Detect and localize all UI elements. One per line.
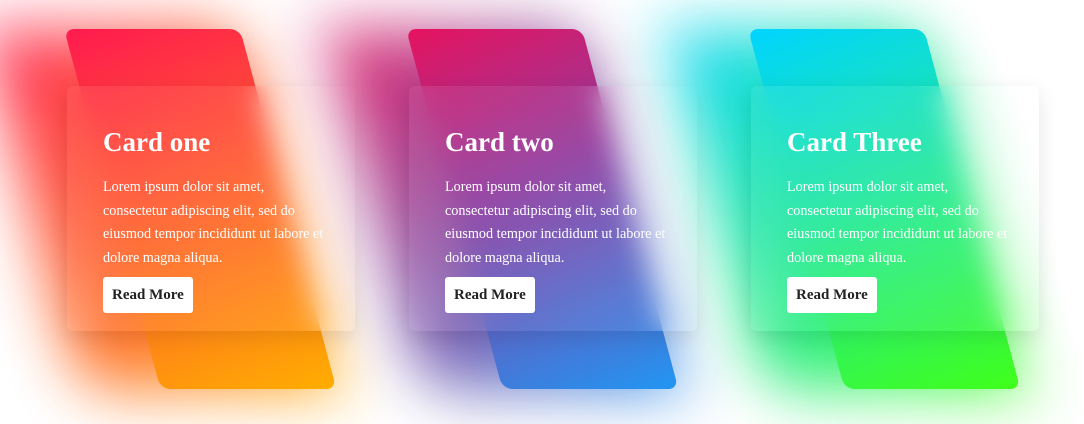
card-title: Card Three: [787, 127, 922, 157]
card-one-panel: Card one Lorem ipsum dolor sit amet, con…: [67, 86, 355, 331]
cards-stage: Card one Lorem ipsum dolor sit amet, con…: [0, 0, 1084, 424]
card-text: Lorem ipsum dolor sit amet, consectetur …: [103, 179, 324, 266]
card-one: Card one Lorem ipsum dolor sit amet, con…: [0, 0, 355, 424]
card-two-panel: Card two Lorem ipsum dolor sit amet, con…: [409, 86, 697, 331]
card-text: Lorem ipsum dolor sit amet, consectetur …: [787, 179, 1008, 266]
read-more-button[interactable]: Read More: [787, 277, 877, 313]
card-two: Card two Lorem ipsum dolor sit amet, con…: [323, 0, 697, 424]
card-text: Lorem ipsum dolor sit amet, consectetur …: [445, 179, 666, 266]
card-title: Card two: [445, 127, 554, 157]
card-three: Card Three Lorem ipsum dolor sit amet, c…: [665, 0, 1039, 424]
card-title: Card one: [103, 127, 211, 157]
read-more-button[interactable]: Read More: [103, 277, 193, 313]
read-more-button[interactable]: Read More: [445, 277, 535, 313]
card-three-panel: Card Three Lorem ipsum dolor sit amet, c…: [751, 86, 1039, 331]
